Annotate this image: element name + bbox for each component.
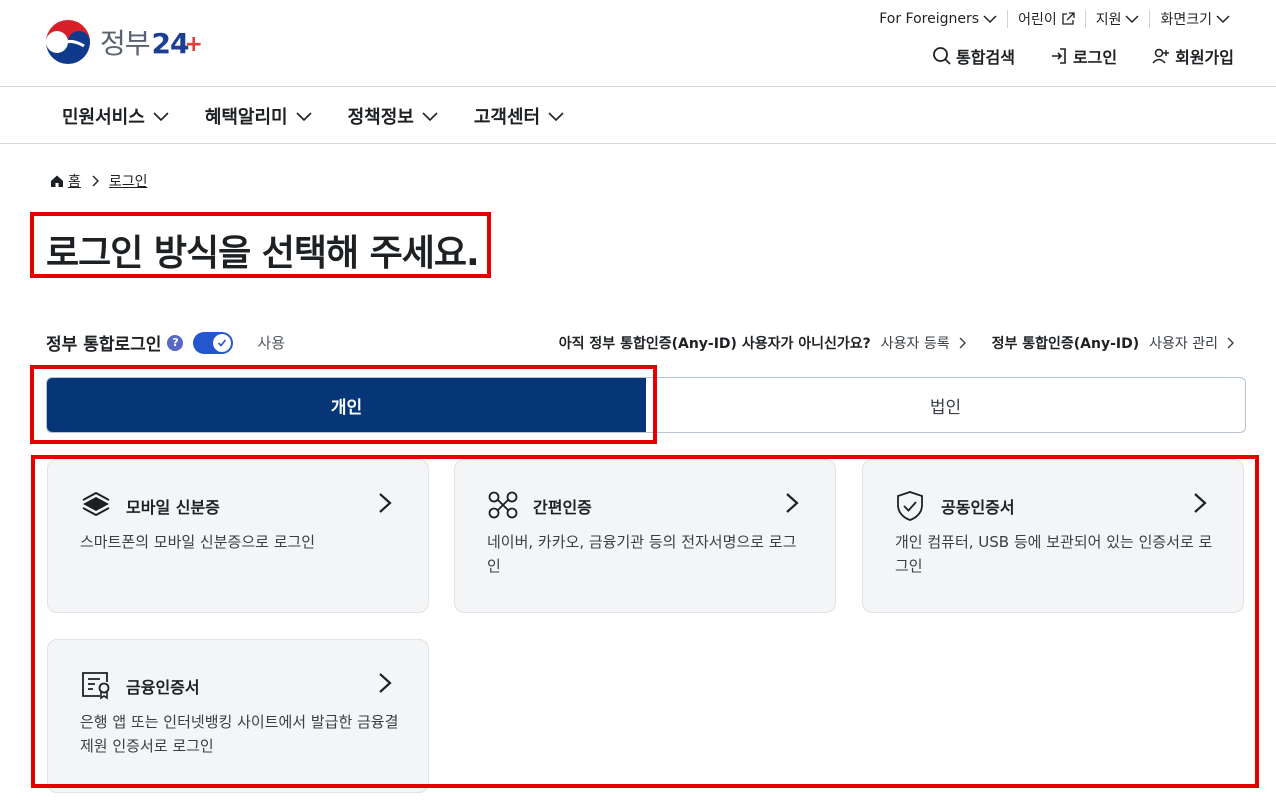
chevron-down-icon bbox=[1216, 15, 1230, 24]
util-support[interactable]: 지원 bbox=[1084, 10, 1150, 28]
toggle-label: 정부 통합로그인 bbox=[46, 335, 162, 355]
signup-label: 회원가입 bbox=[1175, 48, 1234, 67]
login-icon bbox=[1051, 48, 1066, 64]
card-title: 공동인증서 bbox=[941, 498, 1015, 517]
card-title: 간편인증 bbox=[533, 498, 592, 517]
check-icon bbox=[218, 338, 227, 347]
logo-text: 정부 bbox=[100, 27, 151, 60]
util-label: For Foreigners bbox=[879, 11, 980, 27]
simple-auth-icon bbox=[488, 491, 518, 519]
breadcrumb-current[interactable]: 로그인 bbox=[109, 171, 148, 191]
anyid-register-group: 아직 정부 통합인증(Any-ID) 사용자가 아니신가요? 사용자 등록 bbox=[559, 333, 966, 353]
anyid-manage-group: 정부 통합인증(Any-ID) 사용자 관리 bbox=[992, 333, 1234, 353]
chevron-down-icon bbox=[296, 112, 312, 121]
government-emblem-icon bbox=[46, 20, 90, 64]
integrated-login-toggle-row: 정부 통합로그인 ? 사용 bbox=[46, 330, 285, 355]
chevron-down-icon bbox=[1125, 15, 1139, 24]
anyid-register-link[interactable]: 사용자 등록 bbox=[881, 333, 966, 353]
chevron-right-icon bbox=[379, 673, 392, 693]
certificate-icon bbox=[82, 672, 110, 700]
search-button[interactable]: 통합검색 bbox=[932, 44, 1015, 68]
login-label: 로그인 bbox=[1072, 48, 1118, 67]
chevron-right-icon bbox=[379, 493, 392, 513]
search-icon bbox=[933, 47, 951, 65]
integrated-login-switch[interactable] bbox=[193, 331, 234, 354]
main-navigation: 민원서비스 혜택알리미 정책정보 고객센터 bbox=[0, 87, 1276, 144]
util-for-foreigners[interactable]: For Foreigners bbox=[869, 10, 1007, 28]
card-description: 은행 앱 또는 인터넷뱅킹 사이트에서 발급한 금융결제원 인증서로 로그인 bbox=[80, 713, 399, 755]
shield-check-icon bbox=[897, 491, 923, 521]
breadcrumb: 홈 로그인 bbox=[50, 171, 148, 191]
chevron-right-icon bbox=[786, 493, 799, 513]
chevron-down-icon bbox=[153, 112, 169, 121]
util-label: 어린이 bbox=[1018, 12, 1057, 28]
nav-item-customer-center[interactable]: 고객센터 bbox=[474, 103, 564, 129]
signup-button[interactable]: 회원가입 bbox=[1151, 44, 1234, 68]
card-description: 스마트폰의 모바일 신분증으로 로그인 bbox=[80, 533, 316, 551]
login-card-joint-certificate[interactable]: 공동인증서 개인 컴퓨터, USB 등에 보관되어 있는 인증서로 로그인 bbox=[862, 459, 1244, 613]
tab-corporate[interactable]: 법인 bbox=[646, 378, 1245, 432]
login-card-simple-auth[interactable]: 간편인증 네이버, 카카오, 금융기관 등의 전자서명으로 로그인 bbox=[454, 459, 836, 613]
util-screen-size[interactable]: 화면크기 bbox=[1149, 10, 1240, 28]
chevron-right-icon bbox=[959, 337, 966, 349]
chevron-down-icon bbox=[548, 112, 564, 121]
utility-menu: For Foreigners 어린이 지원 화면크기 bbox=[869, 10, 1240, 28]
add-user-icon bbox=[1152, 48, 1170, 64]
anyid-register-question: 아직 정부 통합인증(Any-ID) 사용자가 아니신가요? bbox=[558, 336, 871, 352]
card-title: 모바일 신분증 bbox=[126, 498, 220, 517]
chevron-right-icon bbox=[1227, 337, 1234, 349]
chevron-down-icon bbox=[422, 112, 438, 121]
login-button[interactable]: 로그인 bbox=[1049, 44, 1117, 68]
search-label: 통합검색 bbox=[956, 48, 1015, 67]
switch-knob bbox=[213, 333, 232, 352]
login-card-financial-certificate[interactable]: 금융인증서 은행 앱 또는 인터넷뱅킹 사이트에서 발급한 금융결제원 인증서로… bbox=[47, 639, 429, 793]
chevron-right-icon bbox=[1194, 493, 1207, 513]
anyid-manage-heading: 정부 통합인증(Any-ID) bbox=[991, 336, 1140, 352]
nav-item-policy-info[interactable]: 정책정보 bbox=[348, 103, 438, 129]
nav-label: 혜택알리미 bbox=[204, 107, 288, 128]
logo-number: 24 bbox=[151, 27, 190, 60]
auth-menu: 통합검색 로그인 회원가입 bbox=[932, 44, 1234, 68]
chevron-right-icon bbox=[92, 175, 99, 187]
nav-label: 정책정보 bbox=[347, 107, 414, 128]
card-title: 금융인증서 bbox=[126, 678, 200, 697]
anyid-manage-label: 사용자 관리 bbox=[1149, 336, 1218, 352]
card-description: 네이버, 카카오, 금융기관 등의 전자서명으로 로그인 bbox=[487, 533, 797, 575]
util-label: 지원 bbox=[1095, 12, 1122, 28]
nav-item-benefit-alert[interactable]: 혜택알리미 bbox=[205, 103, 312, 129]
util-label: 화면크기 bbox=[1160, 12, 1212, 28]
mobile-id-icon bbox=[82, 491, 110, 517]
site-logo[interactable]: 정부 24 + bbox=[44, 18, 203, 66]
anyid-manage-link[interactable]: 사용자 관리 bbox=[1149, 333, 1234, 353]
nav-item-civil-service[interactable]: 민원서비스 bbox=[62, 103, 169, 129]
card-description: 개인 컴퓨터, USB 등에 보관되어 있는 인증서로 로그인 bbox=[895, 533, 1213, 575]
home-icon bbox=[51, 175, 63, 187]
toggle-state-label: 사용 bbox=[257, 334, 286, 352]
user-type-tabs: 개인 법인 bbox=[46, 377, 1246, 433]
nav-label: 민원서비스 bbox=[62, 107, 145, 128]
external-link-icon bbox=[1062, 12, 1075, 25]
help-icon[interactable]: ? bbox=[167, 334, 184, 351]
logo-wordmark: 정부 24 + bbox=[100, 22, 203, 62]
logo-plus: + bbox=[184, 32, 203, 57]
page-title: 로그인 방식을 선택해 주세요. bbox=[46, 233, 480, 274]
breadcrumb-home[interactable]: 홈 bbox=[68, 171, 81, 191]
login-card-mobile-id[interactable]: 모바일 신분증 스마트폰의 모바일 신분증으로 로그인 bbox=[47, 459, 429, 613]
chevron-down-icon bbox=[983, 15, 997, 24]
util-kids[interactable]: 어린이 bbox=[1007, 10, 1085, 28]
tab-individual[interactable]: 개인 bbox=[47, 378, 646, 432]
nav-label: 고객센터 bbox=[473, 107, 541, 128]
anyid-links: 아직 정부 통합인증(Any-ID) 사용자가 아니신가요? 사용자 등록 정부… bbox=[559, 333, 1234, 353]
anyid-register-label: 사용자 등록 bbox=[880, 336, 950, 352]
site-header: 정부 24 + For Foreigners 어린이 지원 화면크기 통합검색 bbox=[0, 0, 1276, 87]
